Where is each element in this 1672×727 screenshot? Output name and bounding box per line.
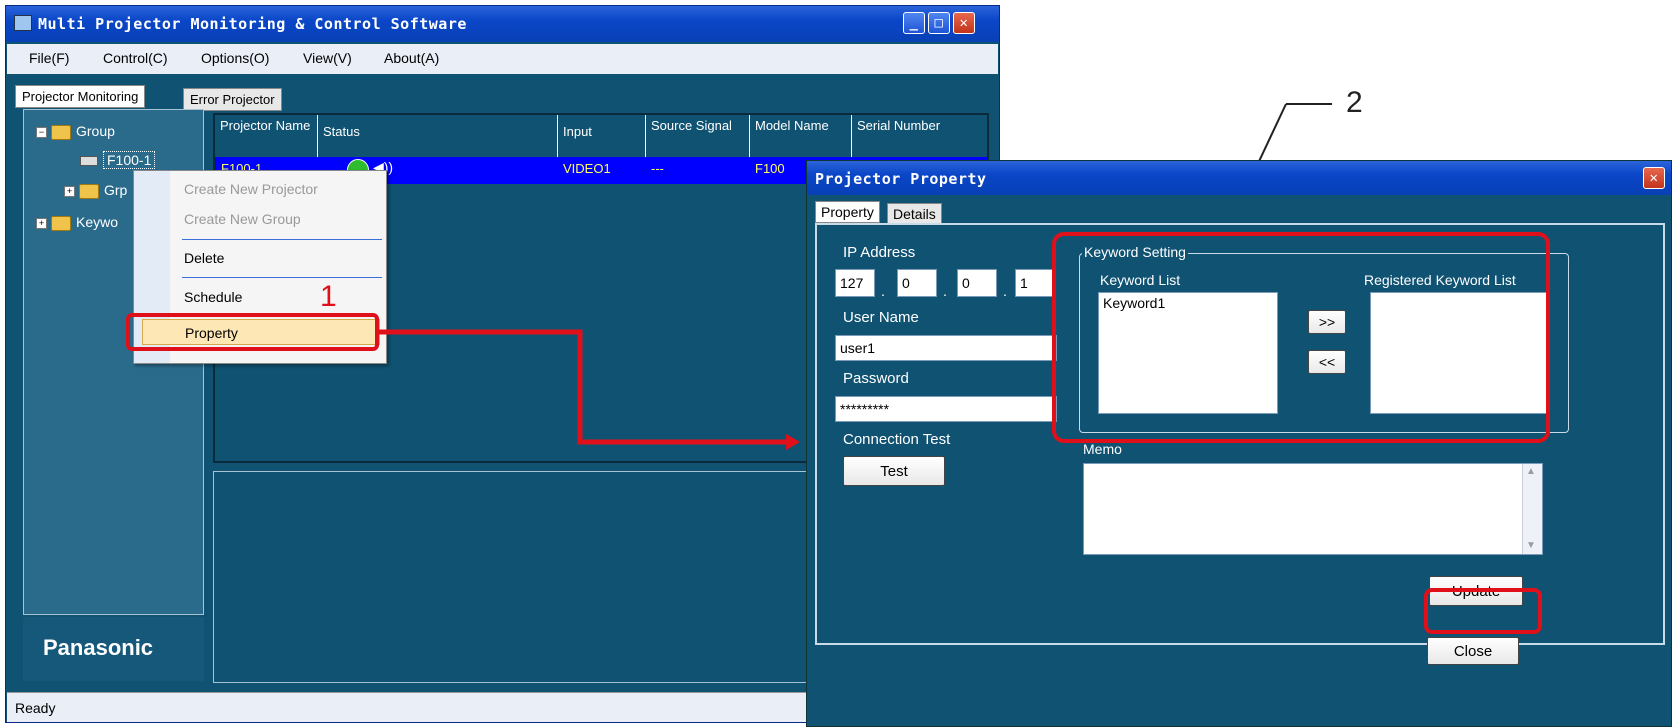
ip-dot: .	[1003, 283, 1007, 299]
password-label: Password	[843, 370, 909, 387]
password-field[interactable]	[835, 396, 1057, 422]
dialog-close-icon[interactable]: ✕	[1643, 167, 1665, 189]
user-name-field[interactable]	[835, 335, 1057, 361]
ip-octet-1[interactable]	[835, 269, 875, 297]
highlight-keyword-setting	[1052, 232, 1550, 443]
ip-octet-3[interactable]	[957, 269, 997, 297]
memo-scrollbar[interactable]: ▲ ▼	[1522, 464, 1542, 554]
connection-test-label: Connection Test	[843, 431, 951, 448]
test-button[interactable]: Test	[843, 456, 945, 486]
ip-address-label: IP Address	[843, 244, 916, 261]
scroll-down-icon[interactable]: ▼	[1526, 540, 1536, 551]
highlight-update	[1424, 588, 1542, 634]
close-button[interactable]: Close	[1427, 637, 1519, 665]
ip-octet-4[interactable]	[1015, 269, 1055, 297]
memo-label: Memo	[1083, 441, 1122, 457]
tab-details[interactable]: Details	[887, 203, 942, 225]
user-name-label: User Name	[843, 309, 919, 326]
ip-dot: .	[881, 283, 885, 299]
dialog-title: Projector Property	[815, 170, 987, 188]
memo-field[interactable]: ▲ ▼	[1083, 463, 1543, 555]
dialog-title-bar[interactable]: Projector Property ✕	[807, 161, 1671, 195]
tab-property[interactable]: Property	[815, 201, 880, 223]
callout-2: 2	[1346, 86, 1363, 119]
scroll-up-icon[interactable]: ▲	[1526, 466, 1536, 477]
ip-dot: .	[943, 283, 947, 299]
ip-octet-2[interactable]	[897, 269, 937, 297]
